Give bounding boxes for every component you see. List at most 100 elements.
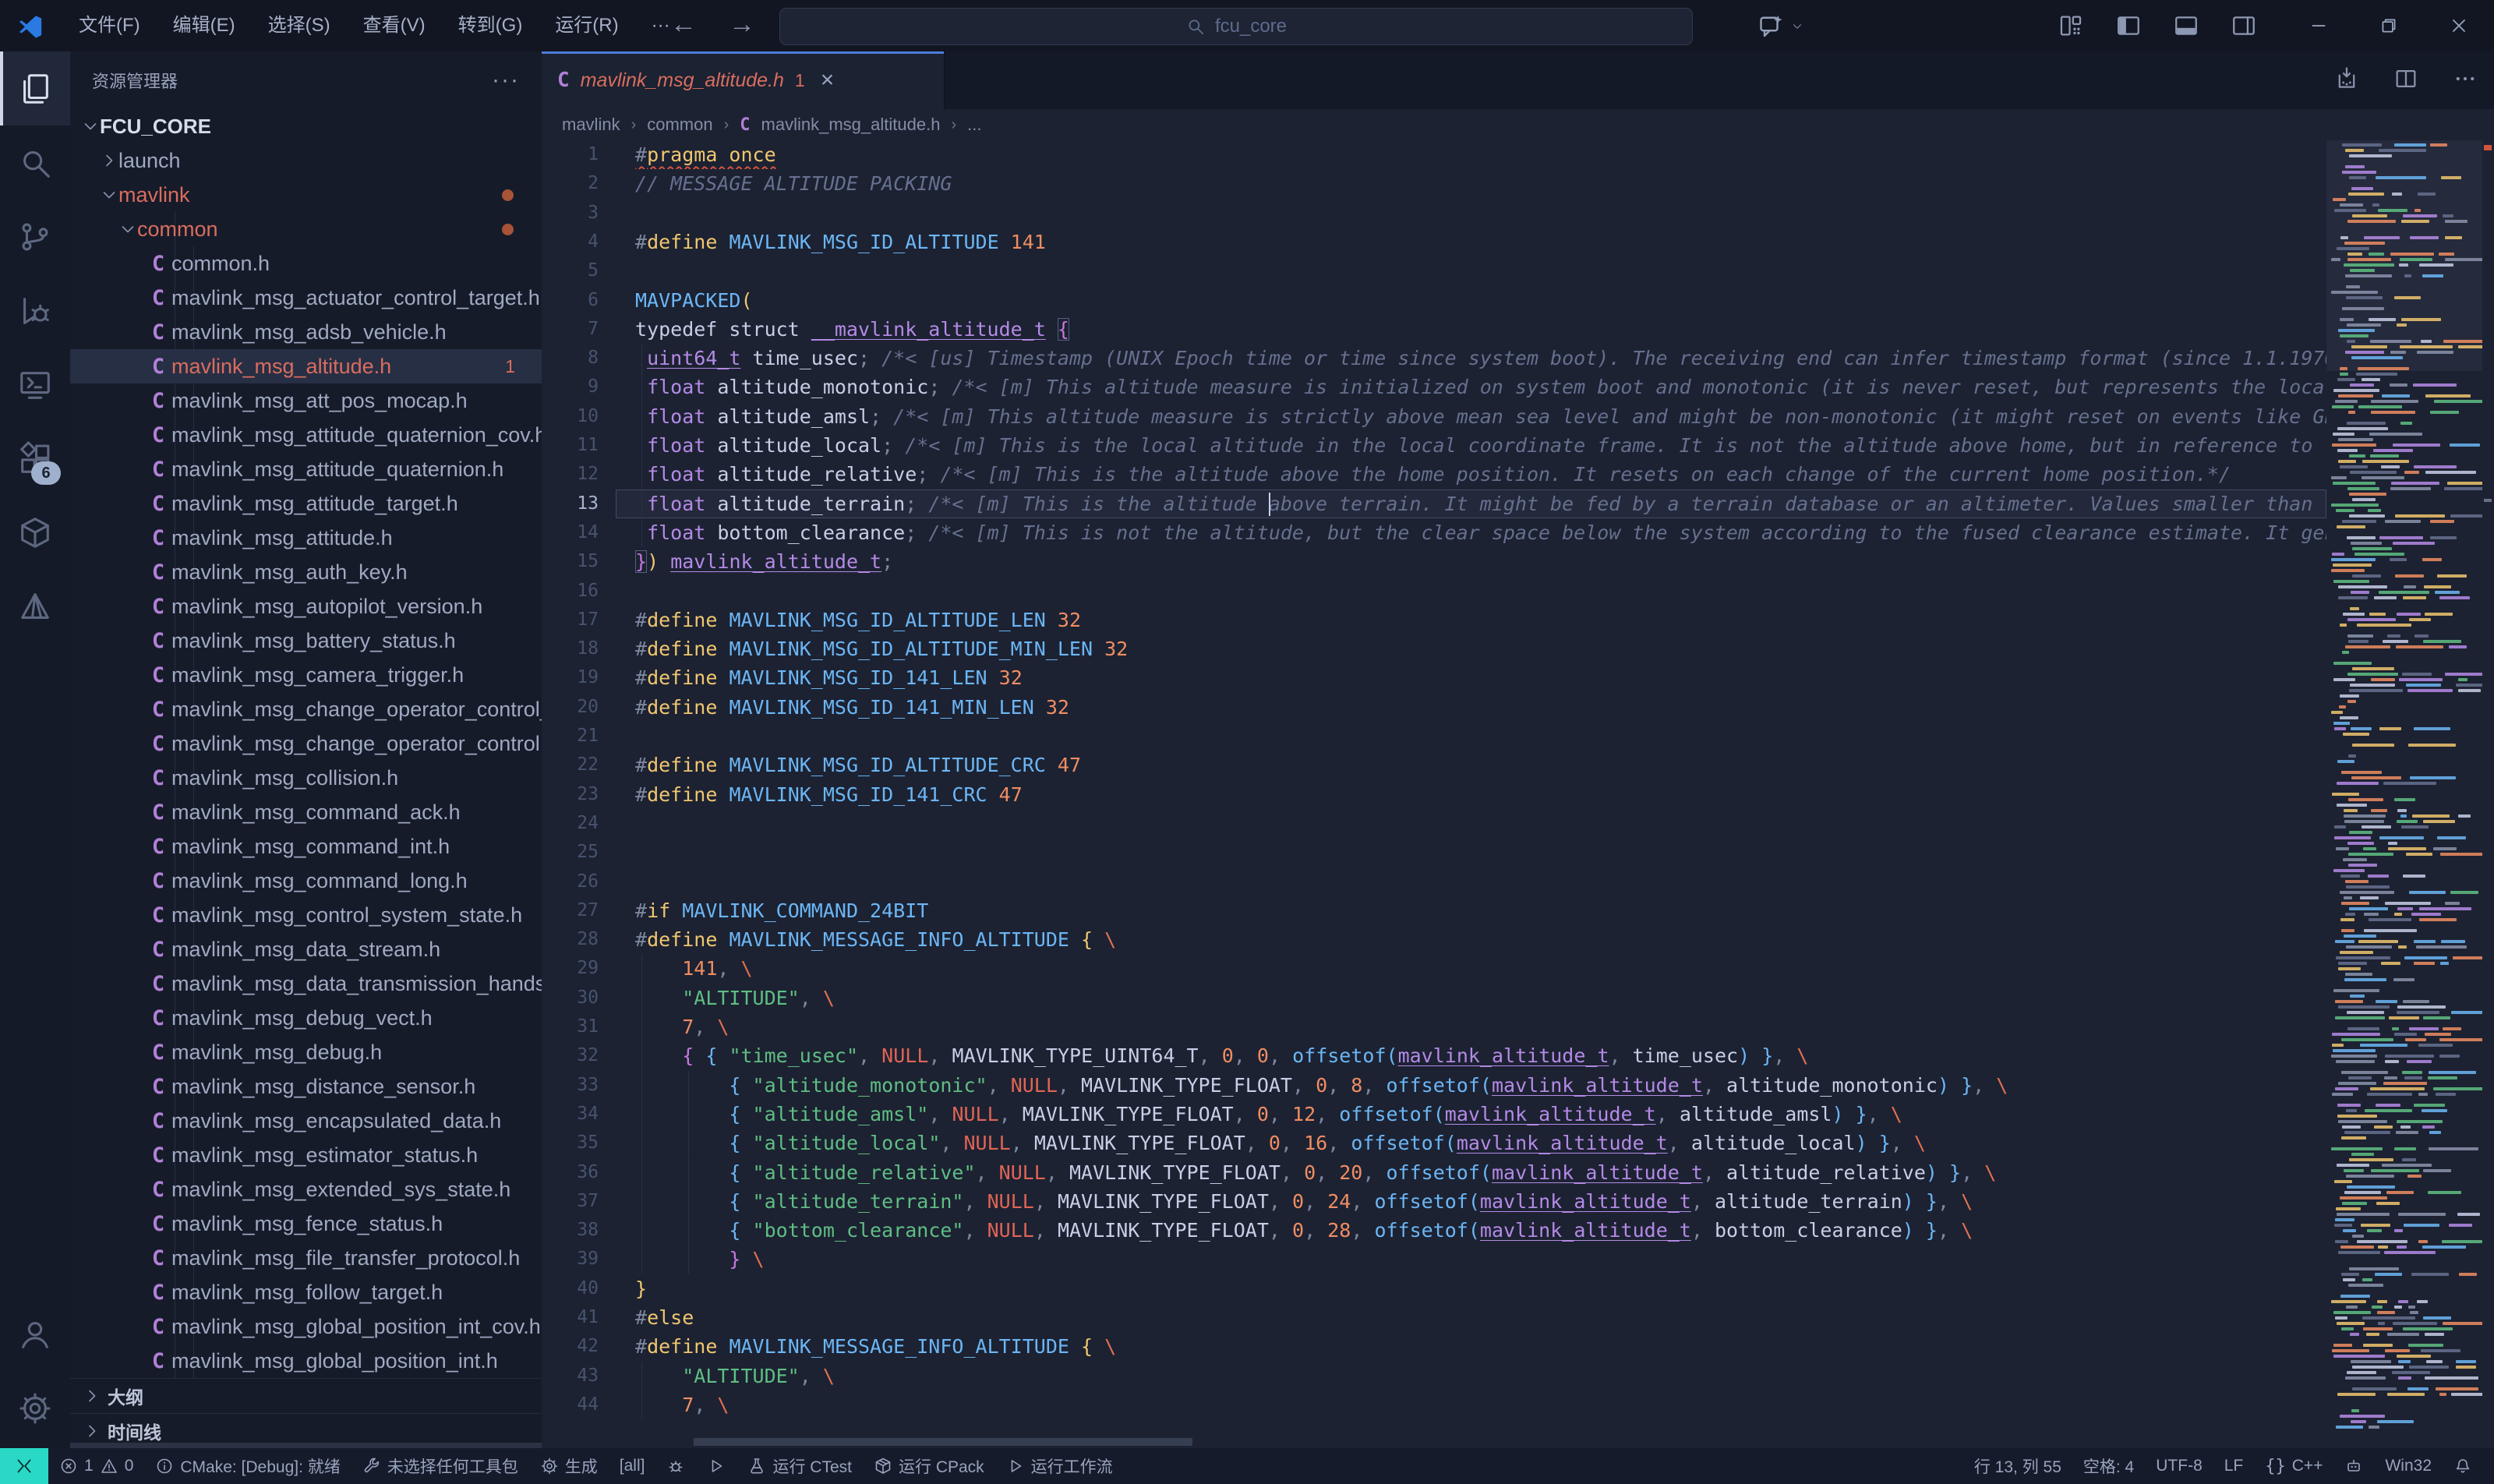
tree-file-mavlink_msg_actuator_control_target.h[interactable]: Cmavlink_msg_actuator_control_target.h bbox=[70, 281, 542, 315]
tree-file-mavlink_msg_change_operator_control.h[interactable]: Cmavlink_msg_change_operator_control.h bbox=[70, 726, 542, 761]
tree-file-mavlink_msg_command_long.h[interactable]: Cmavlink_msg_command_long.h bbox=[70, 864, 542, 898]
tab-bar: C mavlink_msg_altitude.h 1 × bbox=[542, 51, 2494, 109]
menu-item-1[interactable]: 编辑(E) bbox=[157, 0, 252, 51]
status-cmake-kit[interactable]: 未选择任何工具包 bbox=[351, 1454, 529, 1478]
editor-horizontal-scrollbar[interactable] bbox=[694, 1438, 1192, 1446]
tree-file-common.h[interactable]: Ccommon.h bbox=[70, 246, 542, 281]
tree-file-mavlink_msg_encapsulated_data.h[interactable]: Cmavlink_msg_encapsulated_data.h bbox=[70, 1104, 542, 1138]
tree-file-mavlink_msg_debug.h[interactable]: Cmavlink_msg_debug.h bbox=[70, 1035, 542, 1069]
tree-folder-mavlink[interactable]: mavlink bbox=[70, 178, 542, 212]
command-center-search[interactable]: fcu_core bbox=[779, 8, 1693, 45]
breadcrumb-item[interactable]: ... bbox=[967, 115, 981, 135]
status-indentation[interactable]: 空格: 4 bbox=[2072, 1454, 2145, 1478]
tree-file-mavlink_msg_battery_status.h[interactable]: Cmavlink_msg_battery_status.h bbox=[70, 624, 542, 658]
status-platform[interactable]: Win32 bbox=[2374, 1457, 2443, 1475]
menu-item-5[interactable]: 运行(R) bbox=[539, 0, 634, 51]
more-actions-icon[interactable] bbox=[2452, 65, 2478, 92]
menu-item-0[interactable]: 文件(F) bbox=[62, 0, 157, 51]
tree-file-mavlink_msg_data_transmission_handsha...[interactable]: Cmavlink_msg_data_transmission_handsha..… bbox=[70, 966, 542, 1001]
activity-cmake[interactable] bbox=[0, 496, 70, 570]
activity-accounts[interactable] bbox=[0, 1297, 70, 1371]
sidebar-horizontal-scrollbar[interactable] bbox=[70, 1443, 542, 1448]
tree-file-mavlink_msg_att_pos_mocap.h[interactable]: Cmavlink_msg_att_pos_mocap.h bbox=[70, 383, 542, 418]
toggle-secondary-sidebar-icon[interactable] bbox=[2231, 12, 2257, 39]
status-encoding[interactable]: UTF-8 bbox=[2145, 1457, 2213, 1475]
minimize-button[interactable] bbox=[2284, 0, 2354, 51]
restore-button[interactable] bbox=[2354, 0, 2424, 51]
toggle-sidebar-icon[interactable] bbox=[2115, 12, 2142, 39]
activity-settings[interactable] bbox=[0, 1371, 70, 1445]
status-cmake-debug[interactable] bbox=[655, 1457, 696, 1475]
status-cmake-build[interactable]: 生成 bbox=[529, 1454, 609, 1478]
tree-file-mavlink_msg_control_system_state.h[interactable]: Cmavlink_msg_control_system_state.h bbox=[70, 898, 542, 932]
activity-explorer[interactable] bbox=[0, 51, 70, 125]
tree-file-mavlink_msg_data_stream.h[interactable]: Cmavlink_msg_data_stream.h bbox=[70, 932, 542, 966]
menu-item-2[interactable]: 选择(S) bbox=[252, 0, 347, 51]
tree-file-mavlink_msg_global_position_int.h[interactable]: Cmavlink_msg_global_position_int.h bbox=[70, 1344, 542, 1378]
tree-file-mavlink_msg_auth_key.h[interactable]: Cmavlink_msg_auth_key.h bbox=[70, 555, 542, 589]
status-language-mode[interactable]: {}C++ bbox=[2254, 1457, 2333, 1476]
status-cmake-target[interactable]: [all] bbox=[609, 1457, 656, 1475]
tree-file-mavlink_msg_estimator_status.h[interactable]: Cmavlink_msg_estimator_status.h bbox=[70, 1138, 542, 1172]
customize-layout-icon[interactable] bbox=[2058, 12, 2084, 39]
status-cursor-position[interactable]: 行 13, 列 55 bbox=[1963, 1454, 2072, 1478]
status-cmake-status[interactable]: CMake: [Debug]: 就绪 bbox=[144, 1454, 351, 1478]
tree-file-mavlink_msg_adsb_vehicle.h[interactable]: Cmavlink_msg_adsb_vehicle.h bbox=[70, 315, 542, 349]
tree-file-mavlink_msg_debug_vect.h[interactable]: Cmavlink_msg_debug_vect.h bbox=[70, 1001, 542, 1035]
tree-folder-FCU_CORE[interactable]: FCU_CORE bbox=[70, 109, 542, 143]
status-cmake-launch[interactable] bbox=[696, 1457, 737, 1475]
activity-source-control[interactable] bbox=[0, 200, 70, 274]
status-copilot-status[interactable] bbox=[2333, 1457, 2374, 1475]
breadcrumb-item[interactable]: mavlink bbox=[562, 115, 620, 135]
status-eol[interactable]: LF bbox=[2213, 1457, 2255, 1475]
tree-file-mavlink_msg_global_position_int_cov.h[interactable]: Cmavlink_msg_global_position_int_cov.h bbox=[70, 1309, 542, 1344]
activity-remote-explorer[interactable] bbox=[0, 348, 70, 422]
tree-file-mavlink_msg_distance_sensor.h[interactable]: Cmavlink_msg_distance_sensor.h bbox=[70, 1069, 542, 1104]
tree-file-mavlink_msg_attitude_target.h[interactable]: Cmavlink_msg_attitude_target.h bbox=[70, 486, 542, 521]
tab-mavlink-msg-altitude[interactable]: C mavlink_msg_altitude.h 1 × bbox=[542, 51, 945, 109]
sidebar-panel-大纲[interactable]: 大纲 bbox=[70, 1378, 542, 1413]
tree-file-mavlink_msg_camera_trigger.h[interactable]: Cmavlink_msg_camera_trigger.h bbox=[70, 658, 542, 692]
menu-item-3[interactable]: 查看(V) bbox=[347, 0, 442, 51]
tree-file-mavlink_msg_autopilot_version.h[interactable]: Cmavlink_msg_autopilot_version.h bbox=[70, 589, 542, 624]
activity-search[interactable] bbox=[0, 125, 70, 200]
close-button[interactable] bbox=[2424, 0, 2494, 51]
activity-test-adapter[interactable] bbox=[0, 570, 70, 644]
tree-file-mavlink_msg_extended_sys_state.h[interactable]: Cmavlink_msg_extended_sys_state.h bbox=[70, 1172, 542, 1207]
tree-file-mavlink_msg_change_operator_control_a...[interactable]: Cmavlink_msg_change_operator_control_a..… bbox=[70, 692, 542, 726]
tree-folder-common[interactable]: common bbox=[70, 212, 542, 246]
run-include-icon[interactable] bbox=[2333, 65, 2360, 92]
menu-item-4[interactable]: 转到(G) bbox=[442, 0, 539, 51]
tree-file-mavlink_msg_follow_target.h[interactable]: Cmavlink_msg_follow_target.h bbox=[70, 1275, 542, 1309]
nav-back-button[interactable]: ← bbox=[670, 0, 697, 51]
breadcrumb-item[interactable]: common bbox=[647, 115, 712, 135]
nav-forward-button[interactable]: → bbox=[729, 0, 755, 51]
activity-extensions[interactable]: 6 bbox=[0, 422, 70, 496]
tree-file-mavlink_msg_command_ack.h[interactable]: Cmavlink_msg_command_ack.h bbox=[70, 795, 542, 829]
split-editor-icon[interactable] bbox=[2393, 65, 2419, 92]
tree-file-mavlink_msg_command_int.h[interactable]: Cmavlink_msg_command_int.h bbox=[70, 829, 542, 864]
remote-indicator[interactable] bbox=[0, 1448, 48, 1484]
toggle-panel-icon[interactable] bbox=[2173, 12, 2199, 39]
tree-file-mavlink_msg_collision.h[interactable]: Cmavlink_msg_collision.h bbox=[70, 761, 542, 795]
code-editor[interactable]: 1#pragma once2// MESSAGE ALTITUDE PACKIN… bbox=[542, 140, 2326, 1448]
copilot-button[interactable] bbox=[1757, 12, 1804, 41]
status-ctest[interactable]: 运行 CTest bbox=[737, 1454, 863, 1478]
minimap[interactable] bbox=[2326, 140, 2482, 1448]
tree-file-mavlink_msg_file_transfer_protocol.h[interactable]: Cmavlink_msg_file_transfer_protocol.h bbox=[70, 1241, 542, 1275]
status-problems[interactable]: 10 bbox=[48, 1457, 144, 1475]
tree-file-mavlink_msg_attitude.h[interactable]: Cmavlink_msg_attitude.h bbox=[70, 521, 542, 555]
activity-run-debug[interactable] bbox=[0, 274, 70, 348]
tree-file-mavlink_msg_attitude_quaternion.h[interactable]: Cmavlink_msg_attitude_quaternion.h bbox=[70, 452, 542, 486]
explorer-more-actions[interactable]: ··· bbox=[492, 67, 520, 94]
status-cpack[interactable]: 运行 CPack bbox=[863, 1454, 995, 1478]
breadcrumb-item[interactable]: mavlink_msg_altitude.h bbox=[761, 115, 941, 135]
status-notifications[interactable] bbox=[2443, 1457, 2483, 1475]
tree-file-mavlink_msg_fence_status.h[interactable]: Cmavlink_msg_fence_status.h bbox=[70, 1207, 542, 1241]
status-workflow[interactable]: 运行工作流 bbox=[995, 1454, 1124, 1478]
tree-folder-launch[interactable]: launch bbox=[70, 143, 542, 178]
breadcrumb[interactable]: mavlink›common›Cmavlink_msg_altitude.h›.… bbox=[562, 109, 981, 140]
tree-file-mavlink_msg_attitude_quaternion_cov.h[interactable]: Cmavlink_msg_attitude_quaternion_cov.h bbox=[70, 418, 542, 452]
tab-close-icon[interactable]: × bbox=[821, 67, 835, 94]
tree-file-mavlink_msg_altitude.h[interactable]: Cmavlink_msg_altitude.h1 bbox=[70, 349, 542, 383]
